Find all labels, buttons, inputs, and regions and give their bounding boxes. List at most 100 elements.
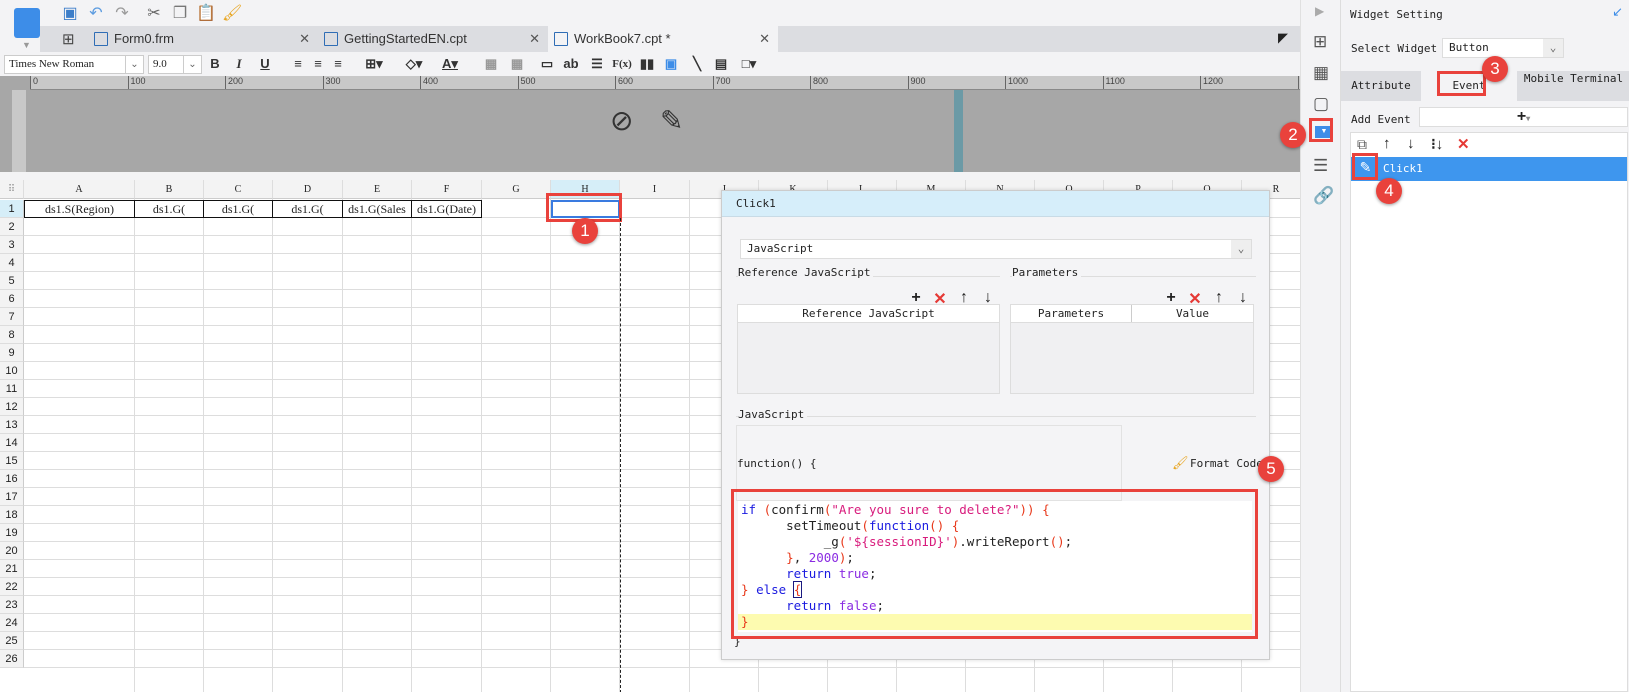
cell-element-icon[interactable]: □▾ (738, 55, 760, 73)
cell-d1[interactable]: ds1.G( (273, 200, 343, 218)
image-icon[interactable]: ▣ (662, 55, 680, 73)
cell-e1[interactable]: ds1.G(Sales (343, 200, 412, 218)
tab-workbook7[interactable]: WorkBook7.cpt * ✕ (548, 26, 778, 52)
row-header-19[interactable]: 19 (0, 524, 24, 542)
tab-getting-started[interactable]: GettingStartedEN.cpt ✕ (318, 26, 548, 52)
move-down-icon[interactable]: ↓ (1407, 135, 1415, 152)
fill-color-icon[interactable]: ◇▾ (400, 55, 428, 73)
row-header-2[interactable]: 2 (0, 218, 24, 236)
close-icon[interactable]: ✕ (759, 26, 770, 52)
row-header-21[interactable]: 21 (0, 560, 24, 578)
row-header-23[interactable]: 23 (0, 596, 24, 614)
column-header-e[interactable]: E (343, 180, 412, 199)
row-header-12[interactable]: 12 (0, 398, 24, 416)
collapse-panel-icon[interactable]: ↙ (1612, 4, 1623, 20)
move-bottom-icon[interactable]: ⁝↓ (1431, 135, 1443, 153)
cell-element-info-icon[interactable]: ▦ (1313, 63, 1329, 83)
delete-icon[interactable]: ✕ (1457, 135, 1470, 153)
column-header-i[interactable]: I (620, 180, 690, 199)
tab-attribute[interactable]: Attribute (1341, 71, 1421, 101)
row-header-15[interactable]: 15 (0, 452, 24, 470)
italic-button[interactable]: I (230, 55, 248, 73)
font-size-select[interactable]: 9.0 ⌄ (148, 55, 202, 74)
cell-b1[interactable]: ds1.G( (135, 200, 204, 218)
float-element-icon[interactable]: ▢ (1313, 94, 1329, 114)
format-brush-icon[interactable]: 🖌 (222, 4, 242, 24)
event-type-select[interactable]: JavaScript ⌄ (740, 239, 1252, 259)
merge-cells-icon[interactable]: ▦ (482, 55, 500, 73)
slash-icon[interactable]: ╲ (688, 55, 706, 73)
cell-a1[interactable]: ds1.S(Region) (24, 200, 135, 218)
column-header-g[interactable]: G (482, 180, 551, 199)
row-header-3[interactable]: 3 (0, 236, 24, 254)
undo-icon[interactable]: ↶ (86, 4, 106, 24)
row-header-17[interactable]: 17 (0, 488, 24, 506)
paragraph-icon[interactable]: ☰ (588, 55, 606, 73)
close-icon[interactable]: ✕ (529, 26, 540, 52)
copy-icon[interactable]: ❐ (170, 4, 190, 24)
underline-button[interactable]: U (256, 55, 274, 73)
row-header-25[interactable]: 25 (0, 632, 24, 650)
expand-arrow-icon[interactable]: ▶ (1315, 4, 1324, 18)
row-header-26[interactable]: 26 (0, 650, 24, 668)
copy-icon[interactable]: ⧉ (1357, 136, 1367, 153)
align-right-icon[interactable]: ≡ (330, 55, 346, 73)
row-header-1[interactable]: 1 (0, 200, 24, 218)
font-select[interactable]: Times New Roman ⌄ (4, 55, 144, 74)
logo-menu-arrow-icon[interactable]: ▼ (22, 40, 31, 50)
row-header-8[interactable]: 8 (0, 326, 24, 344)
column-header-a[interactable]: A (24, 180, 135, 199)
row-header-16[interactable]: 16 (0, 470, 24, 488)
app-logo[interactable] (14, 8, 40, 38)
redo-icon[interactable]: ↷ (112, 4, 132, 24)
format-code-button[interactable]: Format Code (1190, 457, 1263, 470)
column-header-b[interactable]: B (135, 180, 204, 199)
row-header-18[interactable]: 18 (0, 506, 24, 524)
row-header-11[interactable]: 11 (0, 380, 24, 398)
text-tool-button[interactable]: ab (560, 55, 582, 73)
row-header-10[interactable]: 10 (0, 362, 24, 380)
row-header-9[interactable]: 9 (0, 344, 24, 362)
row-header-14[interactable]: 14 (0, 434, 24, 452)
format-brush-icon[interactable]: 🖌 (1172, 455, 1189, 471)
bold-button[interactable]: B (206, 55, 224, 73)
border-icon[interactable]: ⊞▾ (362, 55, 386, 73)
new-tab-icon[interactable]: ⊞ (62, 30, 75, 48)
chart-icon[interactable]: ▮▮ (638, 55, 656, 73)
save-icon[interactable]: ▣ (60, 4, 80, 24)
column-header-d[interactable]: D (273, 180, 343, 199)
font-color-icon[interactable]: A▾ (436, 55, 464, 73)
cell-c1[interactable]: ds1.G( (204, 200, 273, 218)
move-up-icon[interactable]: ↑ (1383, 135, 1391, 152)
formula-button[interactable]: F(x) (610, 55, 634, 73)
subreport-icon[interactable]: ▤ (712, 55, 730, 73)
cut-icon[interactable]: ✂ (144, 4, 164, 24)
row-header-22[interactable]: 22 (0, 578, 24, 596)
hidden-eye-icon[interactable]: ⊘ (610, 104, 633, 137)
tab-form0[interactable]: Form0.frm ✕ (88, 26, 318, 52)
align-left-icon[interactable]: ≡ (290, 55, 306, 73)
condition-attribute-icon[interactable]: ☰ (1313, 156, 1328, 176)
add-event-button[interactable]: +▾ (1419, 107, 1628, 127)
split-cells-icon[interactable]: ▦ (508, 55, 526, 73)
text-field-icon[interactable]: ▭ (538, 55, 556, 73)
column-header-c[interactable]: C (204, 180, 273, 199)
row-header-20[interactable]: 20 (0, 542, 24, 560)
row-header-5[interactable]: 5 (0, 272, 24, 290)
column-header-f[interactable]: F (412, 180, 482, 199)
tab-menu-icon[interactable]: ◤ (1278, 30, 1288, 46)
row-header-4[interactable]: 4 (0, 254, 24, 272)
cell-attribute-icon[interactable]: ⊞ (1313, 32, 1327, 52)
row-header-24[interactable]: 24 (0, 614, 24, 632)
parameters-table[interactable]: Parameters Value (1010, 304, 1254, 394)
hyperlink-icon[interactable]: 🔗 (1313, 186, 1334, 206)
align-center-icon[interactable]: ≡ (310, 55, 326, 73)
select-all-corner[interactable]: ⠿ (0, 180, 24, 199)
close-icon[interactable]: ✕ (299, 26, 310, 52)
row-header-13[interactable]: 13 (0, 416, 24, 434)
row-header-7[interactable]: 7 (0, 308, 24, 326)
pencil-icon[interactable]: ✎ (660, 104, 683, 137)
reference-js-table[interactable]: Reference JavaScript (737, 304, 1000, 394)
tab-mobile-terminal[interactable]: Mobile Terminal (1517, 71, 1629, 101)
paste-icon[interactable]: 📋 (196, 4, 216, 24)
